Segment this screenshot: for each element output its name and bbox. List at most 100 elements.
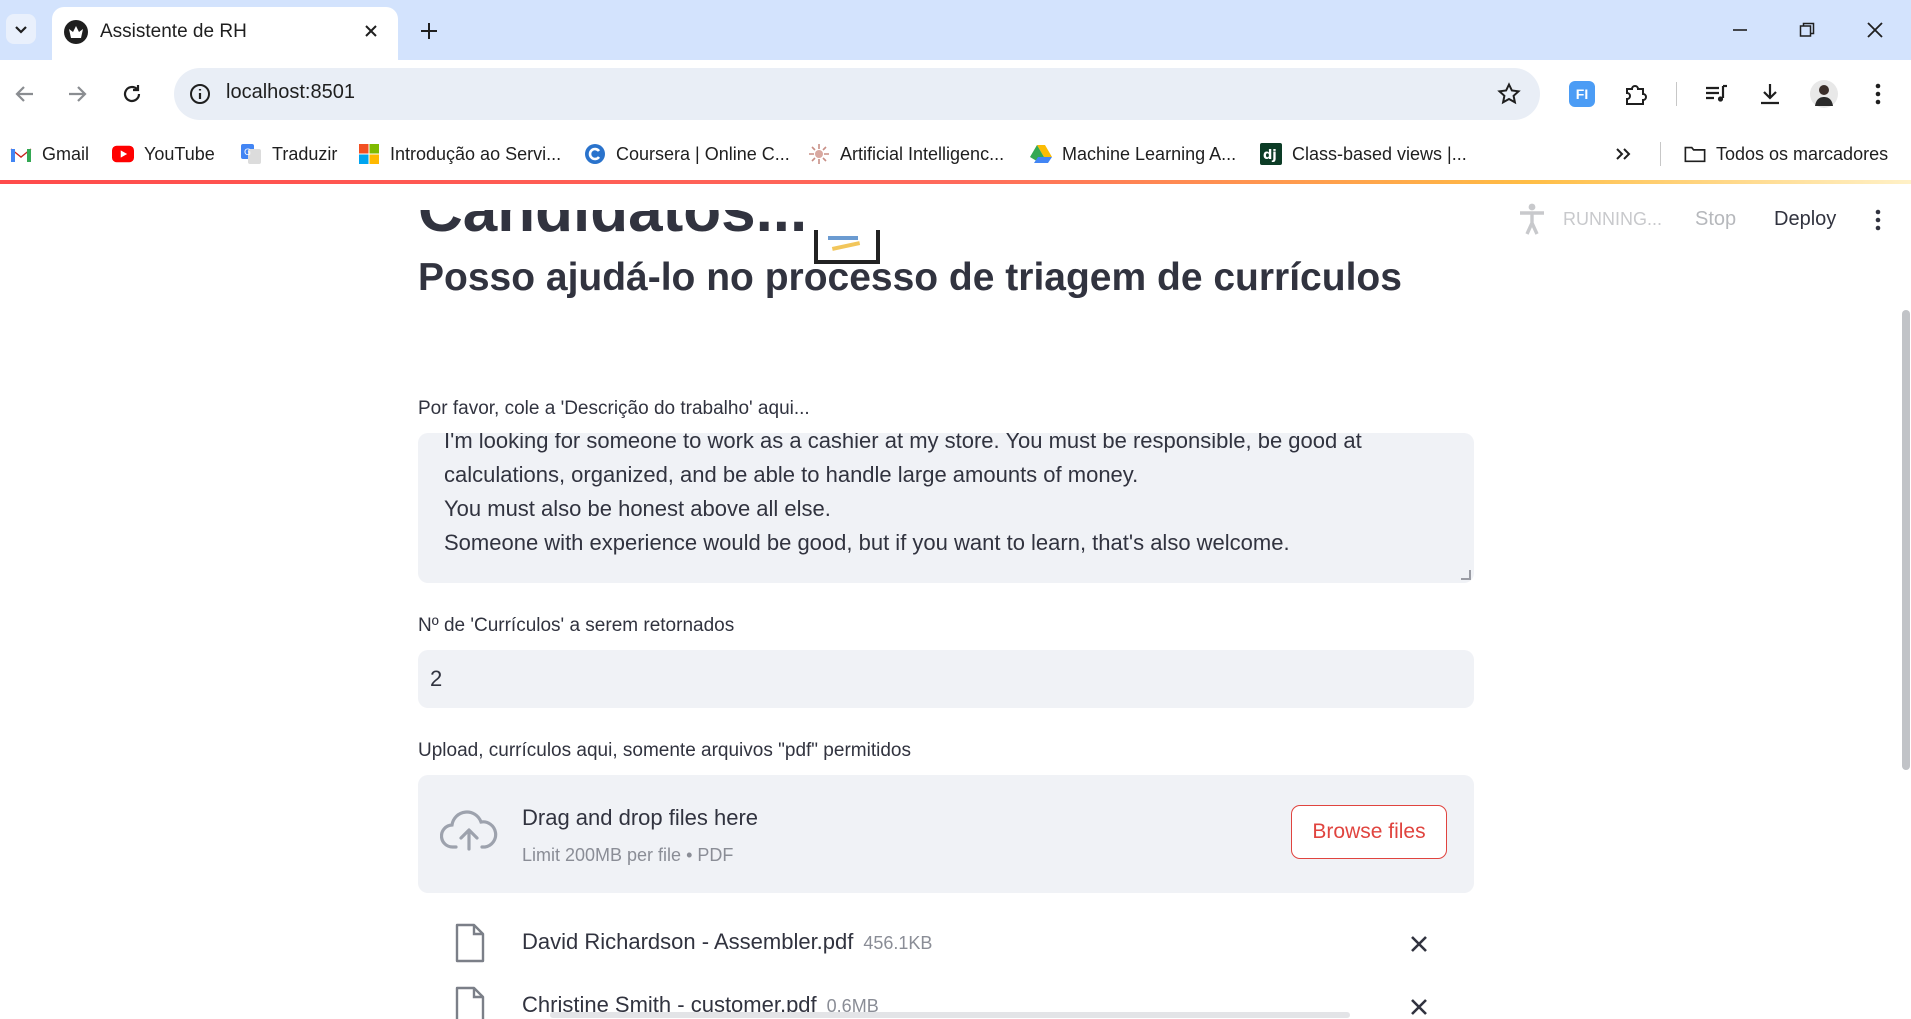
downloads-button[interactable] xyxy=(1752,76,1788,112)
resume-count-input[interactable]: 2 xyxy=(418,650,1474,708)
file-dropzone[interactable]: Drag and drop files here Limit 200MB per… xyxy=(418,775,1474,893)
job-description-line: Someone with experience would be good, b… xyxy=(444,530,1290,555)
svg-text:G: G xyxy=(244,148,251,158)
bookmarks-separator xyxy=(1660,142,1661,166)
puzzle-icon xyxy=(1626,85,1647,105)
plus-icon xyxy=(421,23,437,39)
bookmark-traduzir[interactable]: G Traduzir xyxy=(240,140,337,168)
bookmark-youtube[interactable]: YouTube xyxy=(112,140,215,168)
download-icon xyxy=(1761,84,1779,105)
browser-tab-active[interactable]: Assistente de RH xyxy=(52,7,398,60)
new-tab-button[interactable] xyxy=(414,16,444,46)
app-content: RUNNING... Stop Deploy Candidatos... Pos… xyxy=(0,184,1911,1019)
browser-tab-bar: Assistente de RH xyxy=(0,0,1911,60)
job-description-line: I'm looking for someone to work as a cas… xyxy=(444,433,1362,453)
bookmark-class-based-views[interactable]: dj Class-based views |... xyxy=(1260,140,1467,168)
streamlit-header: RUNNING... Stop Deploy xyxy=(0,184,1911,254)
dropzone-limit: Limit 200MB per file • PDF xyxy=(522,845,734,865)
restore-button[interactable] xyxy=(1787,12,1827,48)
uploaded-file-row: David Richardson - Assembler.pdf 456.1KB xyxy=(418,919,1474,969)
back-button[interactable] xyxy=(8,77,42,111)
drive-icon xyxy=(1030,143,1052,165)
extensions-button[interactable] xyxy=(1618,76,1654,112)
page-subtitle: Posso ajudá-lo no processo de triagem de… xyxy=(418,256,1402,299)
translate-icon: G xyxy=(240,143,262,165)
reload-button[interactable] xyxy=(115,77,149,111)
horizontal-scrollbar[interactable] xyxy=(550,1012,1350,1018)
browser-menu-button[interactable] xyxy=(1860,76,1896,112)
vertical-scrollbar[interactable] xyxy=(1902,310,1910,770)
site-info-icon[interactable] xyxy=(184,78,216,110)
job-description-textarea[interactable]: I'm looking for someone to work as a cas… xyxy=(418,433,1474,583)
close-icon xyxy=(1411,999,1427,1015)
bookmarks-bar: Gmail YouTube G Traduzir Introdução ao S… xyxy=(0,128,1911,180)
bookmark-introducao[interactable]: Introdução ao Servi... xyxy=(358,140,561,168)
arrow-left-icon xyxy=(15,86,33,102)
url-text[interactable]: localhost:8501 xyxy=(226,81,355,104)
gmail-icon xyxy=(10,143,32,165)
youtube-icon xyxy=(112,143,134,165)
cloud-upload-icon xyxy=(440,810,498,851)
bookmark-gmail[interactable]: Gmail xyxy=(10,140,89,168)
remove-file-button[interactable] xyxy=(1406,931,1432,957)
close-icon xyxy=(1411,936,1427,952)
microsoft-icon xyxy=(358,143,380,165)
running-status: RUNNING... xyxy=(1515,202,1662,236)
resume-count-value: 2 xyxy=(430,666,443,691)
kebab-menu-icon xyxy=(1875,83,1881,105)
close-icon xyxy=(365,25,377,37)
file-name: David Richardson - Assembler.pdf 456.1KB xyxy=(522,929,933,954)
ai-icon xyxy=(808,143,830,165)
remove-file-button[interactable] xyxy=(1406,994,1432,1019)
tab-close-button[interactable] xyxy=(358,18,384,44)
tab-title: Assistente de RH xyxy=(100,21,247,42)
address-bar[interactable]: localhost:8501 xyxy=(174,68,1540,120)
browse-files-button[interactable]: Browse files xyxy=(1291,805,1447,859)
stop-button[interactable]: Stop xyxy=(1695,208,1736,231)
job-description-line: You must also be honest above all else. xyxy=(444,496,831,521)
profile-button[interactable] xyxy=(1806,76,1842,112)
folder-icon xyxy=(1684,143,1706,165)
chevron-down-icon xyxy=(15,26,27,34)
bookmark-coursera[interactable]: Coursera | Online C... xyxy=(584,140,790,168)
job-description-label: Por favor, cole a 'Descrição do trabalho… xyxy=(418,398,810,419)
streamlit-menu-button[interactable] xyxy=(1866,204,1890,236)
resize-handle[interactable] xyxy=(1461,570,1471,580)
running-figure-icon xyxy=(1515,202,1549,236)
svg-text:dj: dj xyxy=(1263,148,1277,163)
minimize-icon xyxy=(1733,29,1747,31)
kebab-menu-icon xyxy=(1875,209,1881,231)
dropzone-title: Drag and drop files here xyxy=(522,805,759,830)
resume-count-label: Nº de 'Currículos' a serem retornados xyxy=(418,615,735,636)
queue-music-icon xyxy=(1706,84,1727,102)
crown-icon xyxy=(64,20,88,44)
all-bookmarks-button[interactable]: Todos os marcadores xyxy=(1684,140,1888,168)
file-icon xyxy=(455,923,485,963)
arrow-right-icon xyxy=(69,86,87,102)
restore-icon xyxy=(1799,22,1815,37)
avatar xyxy=(1810,80,1838,108)
extension-fi-button[interactable]: FI xyxy=(1564,76,1600,112)
extension-fi-icon: FI xyxy=(1569,81,1595,107)
minimize-button[interactable] xyxy=(1720,12,1760,48)
bookmarks-overflow-button[interactable] xyxy=(1614,140,1632,168)
deploy-button[interactable]: Deploy xyxy=(1774,208,1836,231)
media-controls-button[interactable] xyxy=(1698,76,1734,112)
close-icon xyxy=(1867,22,1883,38)
django-icon: dj xyxy=(1260,143,1282,165)
double-chevron-right-icon xyxy=(1616,148,1631,160)
upload-label: Upload, currículos aqui, somente arquivo… xyxy=(418,740,911,761)
tab-search-button[interactable] xyxy=(6,14,36,44)
bookmark-machine-learning[interactable]: Machine Learning A... xyxy=(1030,140,1236,168)
browser-toolbar: localhost:8501 FI xyxy=(0,60,1911,128)
window-close-button[interactable] xyxy=(1855,12,1895,48)
job-description-line: calculations, organized, and be able to … xyxy=(444,462,1139,487)
toolbar-separator xyxy=(1676,82,1677,106)
forward-button[interactable] xyxy=(60,77,94,111)
coursera-icon xyxy=(584,143,606,165)
file-size: 456.1KB xyxy=(863,933,933,953)
bookmark-star-icon[interactable] xyxy=(1494,79,1524,109)
bookmark-artificial-intelligence[interactable]: Artificial Intelligenc... xyxy=(808,140,1004,168)
reload-icon xyxy=(123,85,141,103)
file-icon xyxy=(455,986,485,1019)
